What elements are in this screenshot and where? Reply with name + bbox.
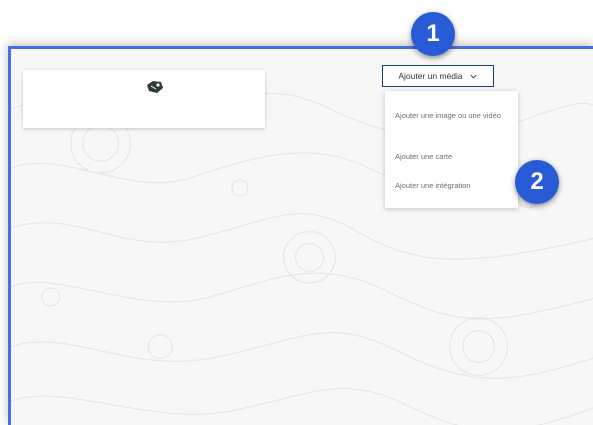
media-dropdown-menu: Ajouter une image ou une vidéo Ajouter u…: [385, 91, 518, 208]
content-block[interactable]: [23, 70, 265, 128]
menu-item-add-map[interactable]: Ajouter une carte: [395, 152, 510, 162]
menu-item-add-embed[interactable]: Ajouter une intégration: [395, 181, 510, 191]
menu-item-add-image-video[interactable]: Ajouter une image ou une vidéo: [395, 111, 510, 121]
tag-icon[interactable]: [145, 79, 165, 95]
add-media-button[interactable]: Ajouter un média: [382, 65, 494, 87]
chevron-down-icon: [470, 74, 477, 79]
add-media-button-label: Ajouter un média: [398, 71, 463, 81]
builder-canvas: Ajouter un média Ajouter une image ou un…: [8, 46, 593, 425]
step-2-callout: 2: [515, 160, 559, 204]
step-1-callout: 1: [411, 12, 455, 56]
